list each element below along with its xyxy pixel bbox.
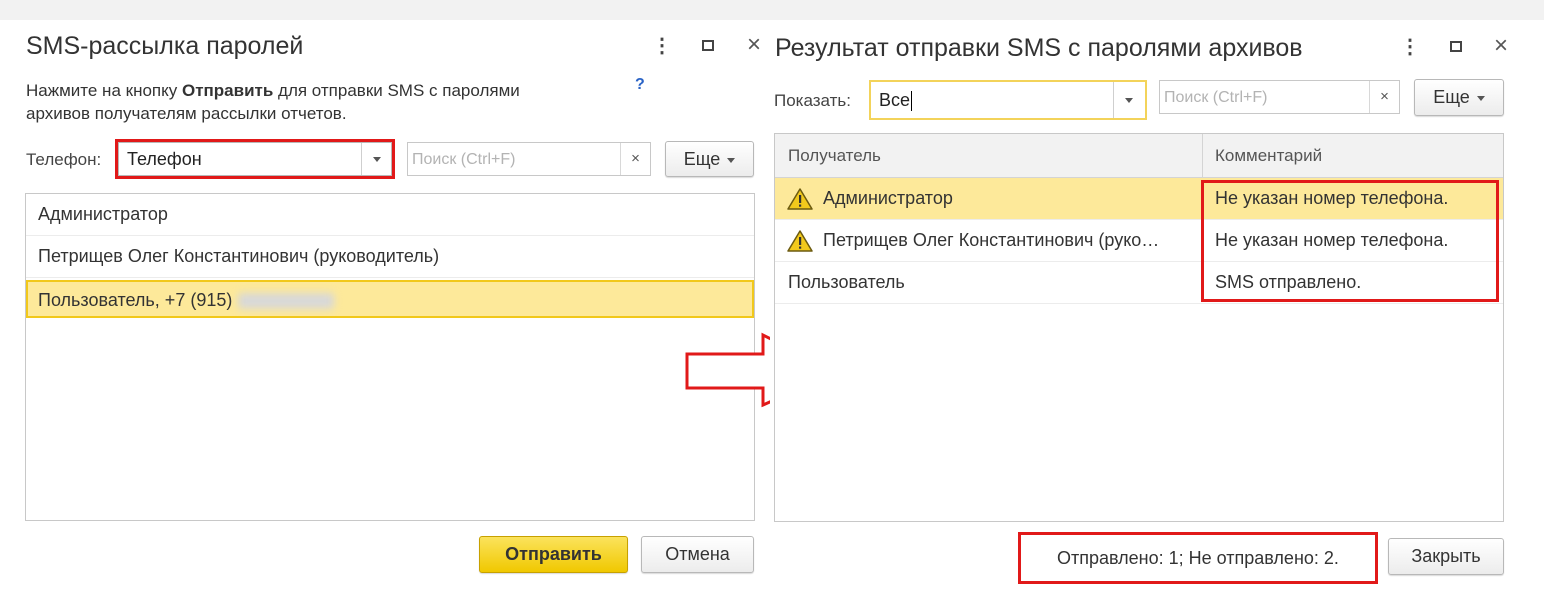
show-filter-select[interactable]: Все (869, 80, 1147, 120)
cancel-button[interactable]: Отмена (641, 536, 754, 573)
sms-results-window: Результат отправки SMS с паролями архиво… (770, 20, 1544, 598)
menu-icon[interactable]: ⋮ (1398, 35, 1422, 59)
background-strip (0, 0, 1544, 20)
list-item[interactable]: Петрищев Олег Константинович (руководите… (26, 236, 754, 278)
table-header: Получатель Комментарий (775, 134, 1503, 178)
list-item-selected[interactable]: Пользователь, +7 (915) (26, 280, 754, 318)
maximize-icon (702, 40, 714, 51)
send-status-text: Отправлено: 1; Не отправлено: 2. (1057, 548, 1339, 568)
more-button[interactable]: Еще (665, 141, 754, 177)
maximize-button[interactable] (696, 34, 720, 58)
chevron-down-icon (1125, 98, 1133, 103)
phone-select-highlight (115, 139, 395, 179)
recipient-cell: Администратор (823, 188, 953, 208)
maximize-icon (1450, 41, 1462, 52)
chevron-down-icon (1476, 95, 1485, 101)
sms-mailing-window: SMS-рассылка паролей ⋮ × Нажмите на кноп… (0, 20, 770, 598)
warning-icon (787, 230, 813, 252)
search-placeholder: Поиск (Ctrl+F) (1164, 89, 1268, 106)
send-keyword: Отправить (181, 81, 274, 100)
window-title: Результат отправки SMS с паролями архиво… (775, 34, 1303, 62)
show-filter-value: Все (879, 90, 911, 110)
clear-search-button[interactable]: × (620, 143, 650, 175)
more-button-label: Еще (683, 149, 721, 169)
close-button[interactable]: Закрыть (1388, 538, 1504, 575)
instruction-line-1: Нажмите на кнопку Отправить для отправки… (26, 81, 520, 100)
blurred-phone-number (238, 293, 335, 310)
column-divider[interactable] (1202, 134, 1203, 178)
search-input[interactable]: Поиск (Ctrl+F) × (1159, 80, 1400, 114)
close-icon[interactable]: × (742, 33, 766, 57)
list-item-label: Петрищев Олег Константинович (руководите… (38, 246, 440, 266)
window-title: SMS-рассылка паролей (26, 32, 304, 60)
list-item[interactable]: Администратор (26, 194, 754, 236)
column-header-recipient[interactable]: Получатель (788, 146, 881, 166)
recipient-cell: Пользователь (788, 272, 905, 292)
menu-icon[interactable]: ⋮ (650, 34, 674, 58)
close-icon[interactable]: × (1489, 34, 1513, 58)
recipient-cell: Петрищев Олег Константинович (руко… (823, 230, 1160, 250)
text-cursor (911, 91, 913, 112)
maximize-button[interactable] (1444, 35, 1468, 59)
show-dropdown-button[interactable] (1113, 82, 1145, 118)
list-item-label: Пользователь, +7 (915) (38, 290, 233, 310)
column-header-comment[interactable]: Комментарий (1215, 146, 1322, 166)
show-label: Показать: (774, 91, 851, 110)
list-item-label: Администратор (38, 204, 168, 224)
comments-highlight (1201, 180, 1499, 302)
warning-icon (787, 188, 813, 210)
more-button-label: Еще (1433, 87, 1470, 107)
search-input[interactable]: Поиск (Ctrl+F) × (407, 142, 651, 176)
more-button[interactable]: Еще (1414, 79, 1504, 116)
chevron-down-icon (727, 157, 736, 163)
recipients-list[interactable]: Администратор Петрищев Олег Константинов… (25, 193, 755, 521)
instruction-line-2: архивов получателям рассылки отчетов. (26, 104, 347, 123)
send-button[interactable]: Отправить (479, 536, 628, 573)
help-icon[interactable]: ? (635, 76, 645, 94)
phone-label: Телефон: (26, 150, 102, 169)
search-placeholder: Поиск (Ctrl+F) (412, 151, 516, 168)
instruction-text: Нажмите на кнопку Отправить для отправки… (26, 79, 626, 125)
clear-search-button[interactable]: × (1369, 81, 1399, 113)
